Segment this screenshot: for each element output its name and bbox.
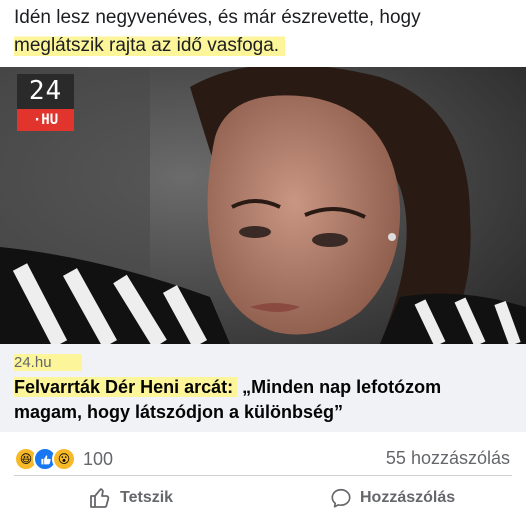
reaction-summary[interactable]: 😆 😮 100	[14, 447, 113, 471]
comment-count[interactable]: 55 hozzászólás	[386, 448, 510, 469]
link-headline[interactable]: Felvarrták Dér Heni arcát: „Minden nap l…	[14, 375, 512, 425]
thumbs-up-icon	[90, 488, 110, 508]
link-preview[interactable]: 24.hu Felvarrták Dér Heni arcát: „Minden…	[0, 344, 526, 432]
like-button[interactable]: Tetszik	[88, 484, 173, 512]
caption-line-1: Idén lesz negyvenéves, és már észrevette…	[14, 7, 421, 28]
post-caption: Idén lesz negyvenéves, és már észrevette…	[14, 4, 514, 60]
comment-label: Hozzászólás	[360, 489, 456, 506]
comment-button[interactable]: Hozzászólás	[330, 484, 455, 512]
headline-highlighted: Felvarrták Dér Heni arcát:	[14, 377, 238, 397]
logo-number: 24	[17, 74, 74, 109]
link-domain: 24.hu	[14, 354, 82, 371]
logo-suffix: ·HU	[17, 109, 74, 131]
portrait-image	[0, 67, 526, 344]
comment-bubble-icon	[331, 488, 351, 508]
wow-icon: 😮	[52, 447, 76, 471]
reaction-count: 100	[83, 448, 114, 469]
24hu-logo: 24 ·HU	[17, 74, 74, 131]
divider	[14, 475, 512, 476]
article-photo[interactable]: 24 ·HU	[0, 67, 526, 344]
like-label: Tetszik	[120, 489, 174, 506]
caption-line-2: meglátszik rajta az idő vasfoga.	[14, 35, 286, 56]
